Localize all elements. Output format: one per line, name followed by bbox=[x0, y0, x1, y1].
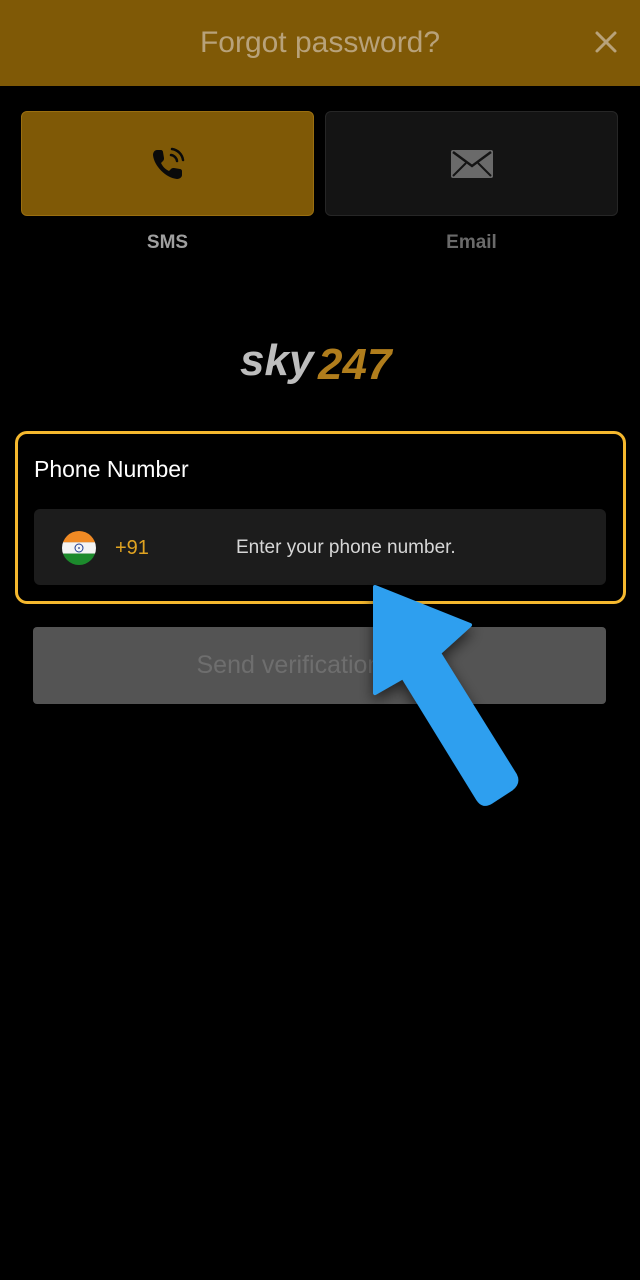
sky247-logo: sky 247 bbox=[240, 336, 394, 389]
tab-email[interactable] bbox=[325, 111, 618, 216]
country-code[interactable]: +91 bbox=[115, 537, 149, 560]
tab-sms-label: SMS bbox=[146, 232, 189, 253]
send-verification-code-button[interactable]: Send verification code bbox=[33, 627, 606, 704]
india-flag-icon bbox=[62, 531, 96, 565]
phone-call-icon bbox=[152, 147, 184, 179]
close-button[interactable] bbox=[588, 24, 624, 60]
page-title: Forgot password? bbox=[199, 26, 441, 59]
envelope-icon bbox=[450, 149, 493, 178]
tab-email-label: Email bbox=[446, 232, 497, 253]
tab-sms[interactable] bbox=[21, 111, 314, 216]
logo-text-247: 247 bbox=[317, 340, 394, 389]
header-bar: Forgot password? bbox=[0, 0, 640, 86]
logo-text-sky: sky bbox=[240, 336, 316, 385]
country-selector[interactable] bbox=[62, 531, 96, 565]
phone-number-input[interactable] bbox=[236, 528, 586, 568]
phone-number-label: Phone Number bbox=[34, 456, 189, 482]
close-icon bbox=[595, 31, 617, 53]
